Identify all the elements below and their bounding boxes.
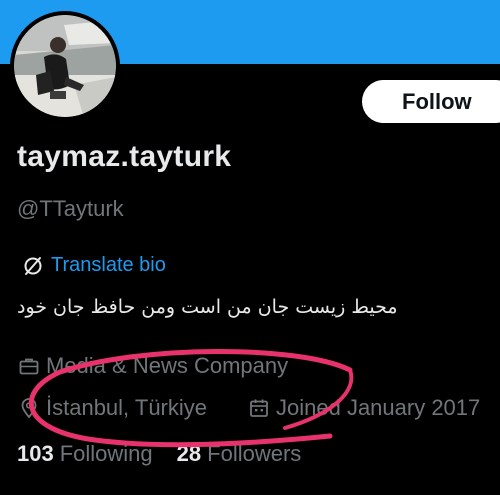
translate-icon xyxy=(22,255,44,277)
translate-bio-link[interactable]: Translate bio xyxy=(22,254,166,277)
followers-link[interactable]: 28 Followers xyxy=(177,441,302,467)
avatar[interactable] xyxy=(10,11,120,121)
profile-location-label: İstanbul, Türkiye xyxy=(46,395,208,420)
following-label: Following xyxy=(59,441,153,466)
profile-location: İstanbul, Türkiye xyxy=(18,395,207,421)
display-name: taymaz.tayturk xyxy=(17,140,232,173)
calendar-icon xyxy=(248,397,270,419)
profile-page: Follow taymaz.tayturk @TTayturk Translat… xyxy=(0,0,500,495)
translate-bio-label: Translate bio xyxy=(51,254,166,276)
following-count: 103 xyxy=(17,441,54,466)
avatar-photo xyxy=(14,15,116,117)
following-link[interactable]: 103 Following xyxy=(17,441,153,467)
follow-button[interactable]: Follow xyxy=(362,80,500,123)
profile-category: Media & News Company xyxy=(18,353,288,379)
profile-handle: @TTayturk xyxy=(17,196,124,221)
profile-bio: محیط زیست جان من است ومن حافظ جان خود xyxy=(17,296,398,318)
profile-joined-label: Joined January 2017 xyxy=(276,395,481,420)
profile-category-label: Media & News Company xyxy=(46,353,289,378)
profile-stats: 103 Following 28 Followers xyxy=(17,441,301,467)
followers-label: Followers xyxy=(207,441,302,466)
profile-joined-date: Joined January 2017 xyxy=(248,395,480,421)
followers-count: 28 xyxy=(176,441,202,466)
briefcase-icon xyxy=(18,355,40,377)
location-pin-icon xyxy=(18,397,40,419)
